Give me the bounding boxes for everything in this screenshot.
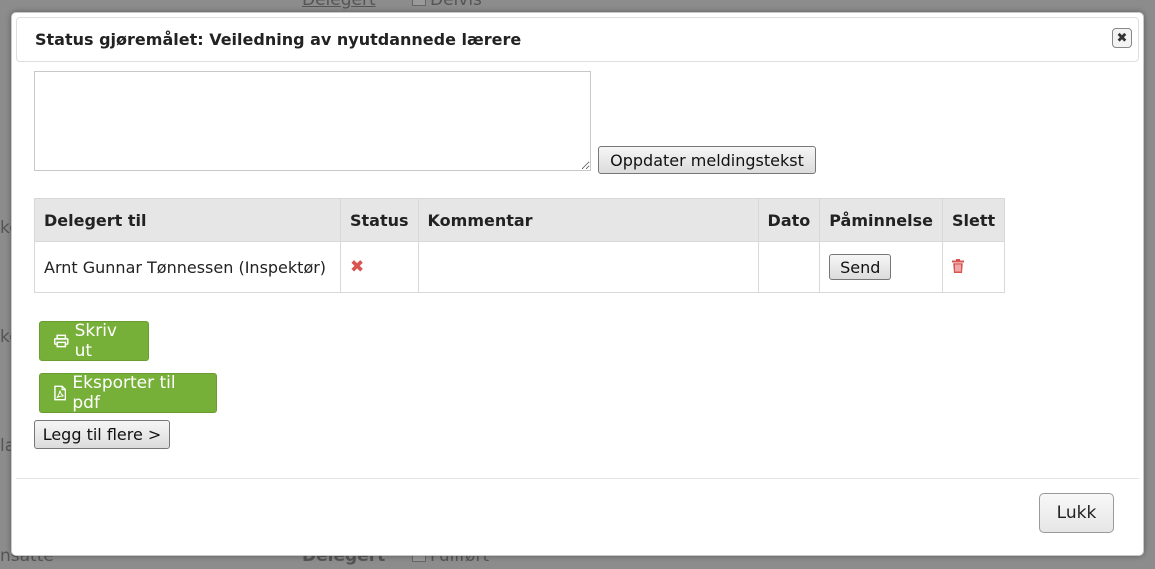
message-textarea[interactable] bbox=[34, 71, 591, 171]
dialog-title: Status gjøremålet: Veiledning av nyutdan… bbox=[35, 30, 522, 49]
x-icon: ✖ bbox=[350, 257, 365, 277]
column-header: Delegert til bbox=[34, 198, 341, 242]
status-dialog: Status gjøremålet: Veiledning av nyutdan… bbox=[11, 12, 1144, 556]
status-cell: ✖ bbox=[340, 241, 419, 293]
table-row: Arnt Gunnar Tønnessen (Inspektør) ✖ Send bbox=[34, 241, 1006, 293]
bg-delegert-link: Delegert bbox=[302, 0, 376, 10]
printer-icon bbox=[54, 334, 69, 348]
column-header: Status bbox=[340, 198, 419, 242]
dialog-header: Status gjøremålet: Veiledning av nyutdan… bbox=[16, 17, 1139, 62]
update-message-button[interactable]: Oppdater meldingstekst bbox=[598, 146, 816, 174]
print-button[interactable]: Skriv ut bbox=[39, 321, 149, 361]
close-button[interactable]: Lukk bbox=[1039, 493, 1114, 533]
delegation-table: Delegert til Status Kommentar Dato Påmin… bbox=[34, 198, 1006, 293]
footer-divider bbox=[16, 478, 1139, 479]
print-button-label: Skriv ut bbox=[74, 321, 117, 361]
export-pdf-button[interactable]: Eksporter til pdf bbox=[39, 373, 217, 413]
pdf-file-icon bbox=[54, 385, 67, 401]
date-cell bbox=[757, 241, 821, 293]
trash-icon[interactable] bbox=[952, 258, 964, 277]
column-header: Dato bbox=[757, 198, 821, 242]
delete-cell bbox=[941, 241, 1006, 293]
send-reminder-button[interactable]: Send bbox=[829, 254, 892, 280]
column-header: Slett bbox=[941, 198, 1006, 242]
column-header: Påminnelse bbox=[819, 198, 943, 242]
column-header: Kommentar bbox=[417, 198, 759, 242]
close-icon[interactable]: ✖ bbox=[1112, 28, 1132, 48]
table-header-row: Delegert til Status Kommentar Dato Påmin… bbox=[34, 198, 1006, 242]
comment-cell bbox=[417, 241, 759, 293]
export-pdf-label: Eksporter til pdf bbox=[72, 373, 176, 413]
reminder-cell: Send bbox=[819, 241, 943, 293]
delegated-to-cell: Arnt Gunnar Tønnessen (Inspektør) bbox=[34, 241, 341, 293]
bg-delvis-checkbox: Delvis bbox=[412, 0, 482, 10]
add-more-button[interactable]: Legg til flere > bbox=[34, 420, 170, 449]
